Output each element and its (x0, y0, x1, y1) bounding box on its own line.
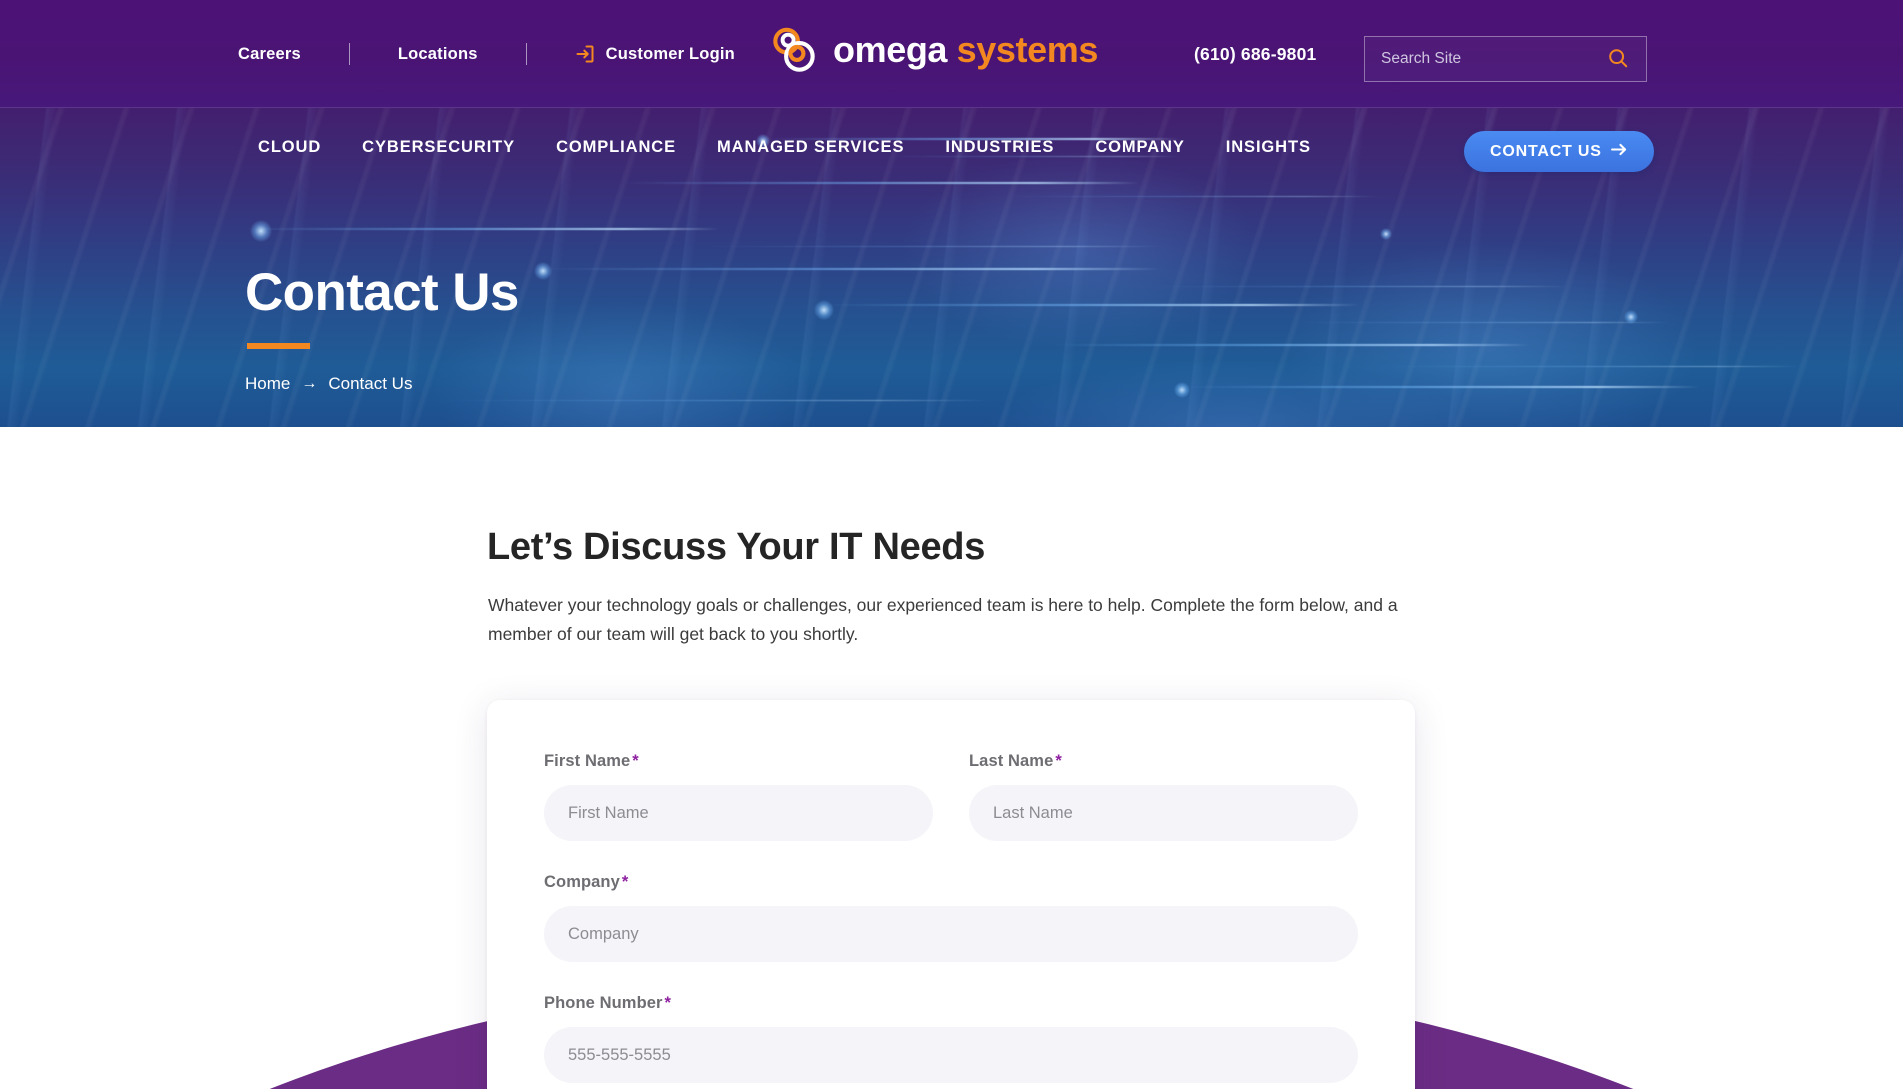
contact-us-button[interactable]: CONTACT US (1464, 131, 1654, 172)
form-row-name: First Name* Last Name* (544, 752, 1358, 841)
customer-login-label: Customer Login (605, 44, 735, 63)
title-underline-rule (247, 343, 310, 349)
form-field-last-name: Last Name * (969, 752, 1358, 841)
utility-bar: Careers Locations Customer Login omega s… (0, 0, 1903, 108)
omega-systems-logo[interactable]: omega systems (766, 22, 1098, 77)
phone-number-label-text: Phone Number (544, 994, 663, 1012)
first-name-label-text: First Name (544, 752, 631, 770)
login-arrow-icon (575, 44, 595, 64)
utility-divider-1 (348, 43, 350, 65)
breadcrumb: Home → Contact Us (245, 374, 412, 394)
phone-number-link[interactable]: (610) 686-9801 (1194, 44, 1316, 65)
company-input[interactable] (544, 906, 1358, 962)
utility-links: Careers Locations Customer Login (238, 0, 735, 108)
nav-item-cloud[interactable]: CLOUD (258, 138, 321, 157)
contact-us-button-label: CONTACT US (1490, 142, 1602, 160)
contact-form: First Name* Last Name* Company* (487, 700, 1415, 1089)
page-title: Contact Us (245, 263, 519, 322)
last-name-input[interactable] (969, 785, 1358, 841)
company-label-text: Company (544, 873, 620, 891)
form-row-phone: Phone Number * (544, 994, 1358, 1083)
form-field-company: Company * (544, 873, 1358, 962)
phone-number-required-marker: * (664, 994, 672, 1012)
section-heading: Let’s Discuss Your IT Needs (487, 526, 986, 568)
search-input[interactable] (1381, 50, 1606, 68)
logo-word-systems: systems (956, 28, 1099, 70)
customer-login-link[interactable]: Customer Login (575, 44, 735, 64)
last-name-required-marker: * (1055, 752, 1062, 770)
form-row-company: Company * (544, 873, 1358, 962)
nav-item-industries[interactable]: INDUSTRIES (945, 138, 1054, 157)
last-name-label: Last Name * (969, 752, 1358, 771)
form-field-phone-number: Phone Number * (544, 994, 1358, 1083)
nav-item-compliance[interactable]: COMPLIANCE (556, 138, 676, 157)
company-label: Company * (544, 873, 1358, 892)
search-icon (1607, 47, 1629, 72)
phone-number-input[interactable] (544, 1027, 1358, 1083)
breadcrumb-current: Contact Us (328, 374, 413, 393)
first-name-input[interactable] (544, 785, 933, 841)
form-field-first-name: First Name * (544, 752, 933, 841)
breadcrumb-home-link[interactable]: Home (245, 374, 290, 394)
phone-number-label: Phone Number * (544, 994, 1358, 1013)
nav-item-company[interactable]: COMPANY (1095, 138, 1184, 157)
contact-us-page: Careers Locations Customer Login omega s… (0, 0, 1903, 1089)
site-search[interactable] (1364, 36, 1647, 82)
arrow-right-icon (1610, 143, 1628, 161)
first-name-required-marker: * (632, 752, 639, 770)
locations-link[interactable]: Locations (398, 45, 478, 64)
nav-item-cybersecurity[interactable]: CYBERSECURITY (362, 138, 515, 157)
breadcrumb-arrow-icon: → (301, 375, 318, 392)
nav-item-insights[interactable]: INSIGHTS (1226, 138, 1311, 157)
hero-banner: Careers Locations Customer Login omega s… (0, 0, 1903, 427)
logo-wordmark: omega systems (833, 28, 1099, 70)
main-nav-items: CLOUD CYBERSECURITY COMPLIANCE MANAGED S… (258, 108, 1311, 186)
logo-word-omega: omega (833, 28, 948, 70)
search-submit-button[interactable] (1606, 47, 1630, 71)
first-name-label: First Name * (544, 752, 933, 771)
nav-item-managed-services[interactable]: MANAGED SERVICES (717, 138, 904, 157)
omega-logo-mark-icon (766, 22, 821, 77)
last-name-label-text: Last Name (969, 752, 1054, 770)
utility-divider-2 (525, 43, 527, 65)
company-required-marker: * (621, 873, 629, 891)
careers-link[interactable]: Careers (238, 45, 301, 64)
section-intro-text: Whatever your technology goals or challe… (488, 595, 1398, 645)
